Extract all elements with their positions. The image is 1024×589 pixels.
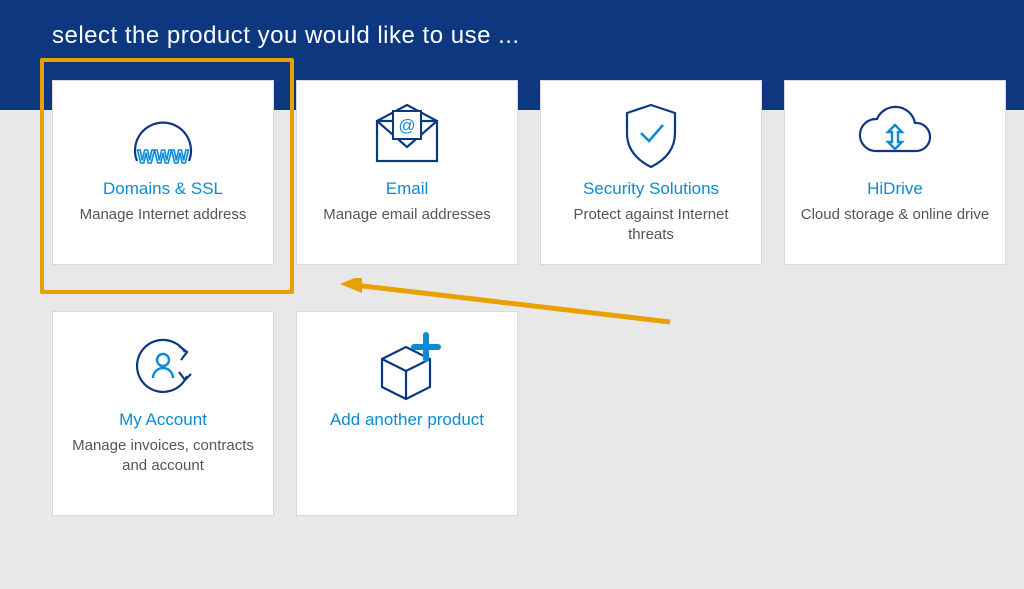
card-my-account[interactable]: My Account Manage invoices, contracts an… [52, 311, 274, 516]
card-email[interactable]: @ Email Manage email addresses [296, 80, 518, 265]
card-title: Domains & SSL [103, 179, 223, 199]
card-desc: Manage invoices, contracts and account [67, 436, 259, 477]
card-desc: Manage Internet address [80, 205, 247, 225]
card-security-solutions[interactable]: Security Solutions Protect against Inter… [540, 80, 762, 265]
card-title: Email [386, 179, 429, 199]
card-desc: Protect against Internet threats [555, 205, 747, 246]
product-grid: WWW Domains & SSL Manage Internet addres… [52, 80, 994, 516]
box-plus-icon [368, 328, 446, 406]
card-hidrive[interactable]: HiDrive Cloud storage & online drive [784, 80, 1006, 265]
svg-text:@: @ [398, 116, 415, 135]
svg-text:WWW: WWW [138, 147, 189, 167]
card-desc: Manage email addresses [323, 205, 491, 225]
card-add-another-product[interactable]: Add another product [296, 311, 518, 516]
card-title: Security Solutions [583, 179, 719, 199]
page-title: select the product you would like to use… [0, 0, 1024, 50]
cloud-sync-icon [849, 97, 941, 175]
www-globe-icon: WWW [122, 97, 204, 175]
card-title: Add another product [330, 410, 484, 430]
shield-check-icon [619, 97, 683, 175]
card-domains-ssl[interactable]: WWW Domains & SSL Manage Internet addres… [52, 80, 274, 265]
email-envelope-icon: @ [369, 97, 445, 175]
account-refresh-icon [127, 328, 199, 406]
card-title: My Account [119, 410, 207, 430]
card-title: HiDrive [867, 179, 923, 199]
card-desc: Cloud storage & online drive [801, 205, 989, 225]
